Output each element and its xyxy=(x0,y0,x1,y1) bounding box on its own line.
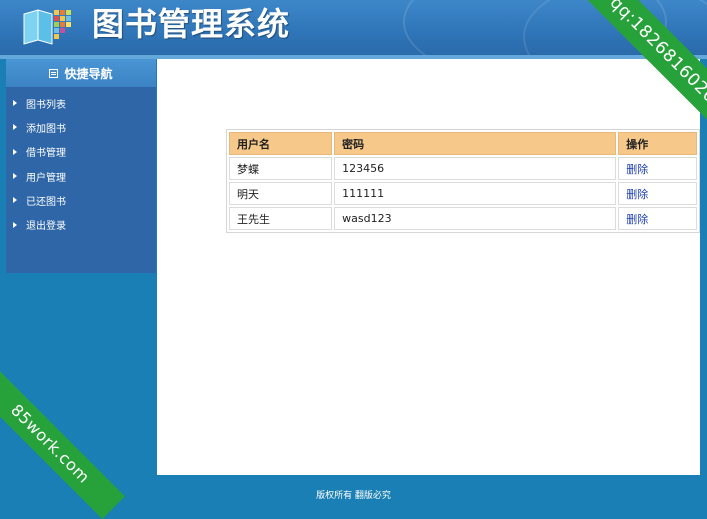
column-header-action: 操作 xyxy=(618,132,697,155)
sidebar-item-label: 添加图书 xyxy=(26,123,66,135)
password-cell: 111111 xyxy=(334,182,617,205)
action-cell: 删除 xyxy=(618,207,697,230)
action-cell: 删除 xyxy=(618,157,697,180)
column-header-username: 用户名 xyxy=(229,132,333,155)
sidebar-item-returned-books[interactable]: 已还图书 xyxy=(6,188,156,212)
triangle-right-icon xyxy=(13,148,17,155)
table-header-row: 用户名 密码 操作 xyxy=(229,132,697,155)
sidebar-item-borrow-management[interactable]: 借书管理 xyxy=(6,140,156,164)
delete-link[interactable]: 删除 xyxy=(626,163,648,176)
sidebar-item-logout[interactable]: 退出登录 xyxy=(6,212,156,236)
sidebar: 快捷导航 图书列表 添加图书 借书管理 用户管理 已还图书 退出登录 xyxy=(6,59,156,273)
books-logo-icon xyxy=(23,9,71,45)
app-title: 图书管理系统 xyxy=(92,5,291,43)
sidebar-item-label: 图书列表 xyxy=(26,99,66,111)
username-cell: 梦蝶 xyxy=(229,157,333,180)
table-row: 王先生 wasd123 删除 xyxy=(229,207,697,230)
triangle-right-icon xyxy=(13,197,17,204)
column-header-password: 密码 xyxy=(334,132,617,155)
triangle-right-icon xyxy=(13,100,17,107)
sidebar-item-label: 借书管理 xyxy=(26,148,66,160)
sidebar-heading-label: 快捷导航 xyxy=(64,66,113,81)
sidebar-menu: 图书列表 添加图书 借书管理 用户管理 已还图书 退出登录 xyxy=(6,87,156,237)
sidebar-item-add-book[interactable]: 添加图书 xyxy=(6,115,156,139)
sidebar-item-book-list[interactable]: 图书列表 xyxy=(6,91,156,115)
table-row: 梦蝶 123456 删除 xyxy=(229,157,697,180)
username-cell: 明天 xyxy=(229,182,333,205)
sidebar-heading: 快捷导航 xyxy=(6,59,156,87)
sidebar-item-label: 已还图书 xyxy=(26,196,66,208)
action-cell: 删除 xyxy=(618,182,697,205)
sidebar-item-label: 退出登录 xyxy=(26,221,66,233)
password-cell: 123456 xyxy=(334,157,617,180)
triangle-right-icon xyxy=(13,173,17,180)
main-content: 用户名 密码 操作 梦蝶 123456 删除 明天 111111 删除 王先生 … xyxy=(157,59,700,475)
triangle-right-icon xyxy=(13,221,17,228)
delete-link[interactable]: 删除 xyxy=(626,213,648,226)
sidebar-item-label: 用户管理 xyxy=(26,172,66,184)
password-cell: wasd123 xyxy=(334,207,617,230)
table-row: 明天 111111 删除 xyxy=(229,182,697,205)
username-cell: 王先生 xyxy=(229,207,333,230)
sidebar-item-user-management[interactable]: 用户管理 xyxy=(6,164,156,188)
notepad-icon xyxy=(49,68,59,78)
user-table: 用户名 密码 操作 梦蝶 123456 删除 明天 111111 删除 王先生 … xyxy=(226,129,700,233)
triangle-right-icon xyxy=(13,124,17,131)
delete-link[interactable]: 删除 xyxy=(626,188,648,201)
